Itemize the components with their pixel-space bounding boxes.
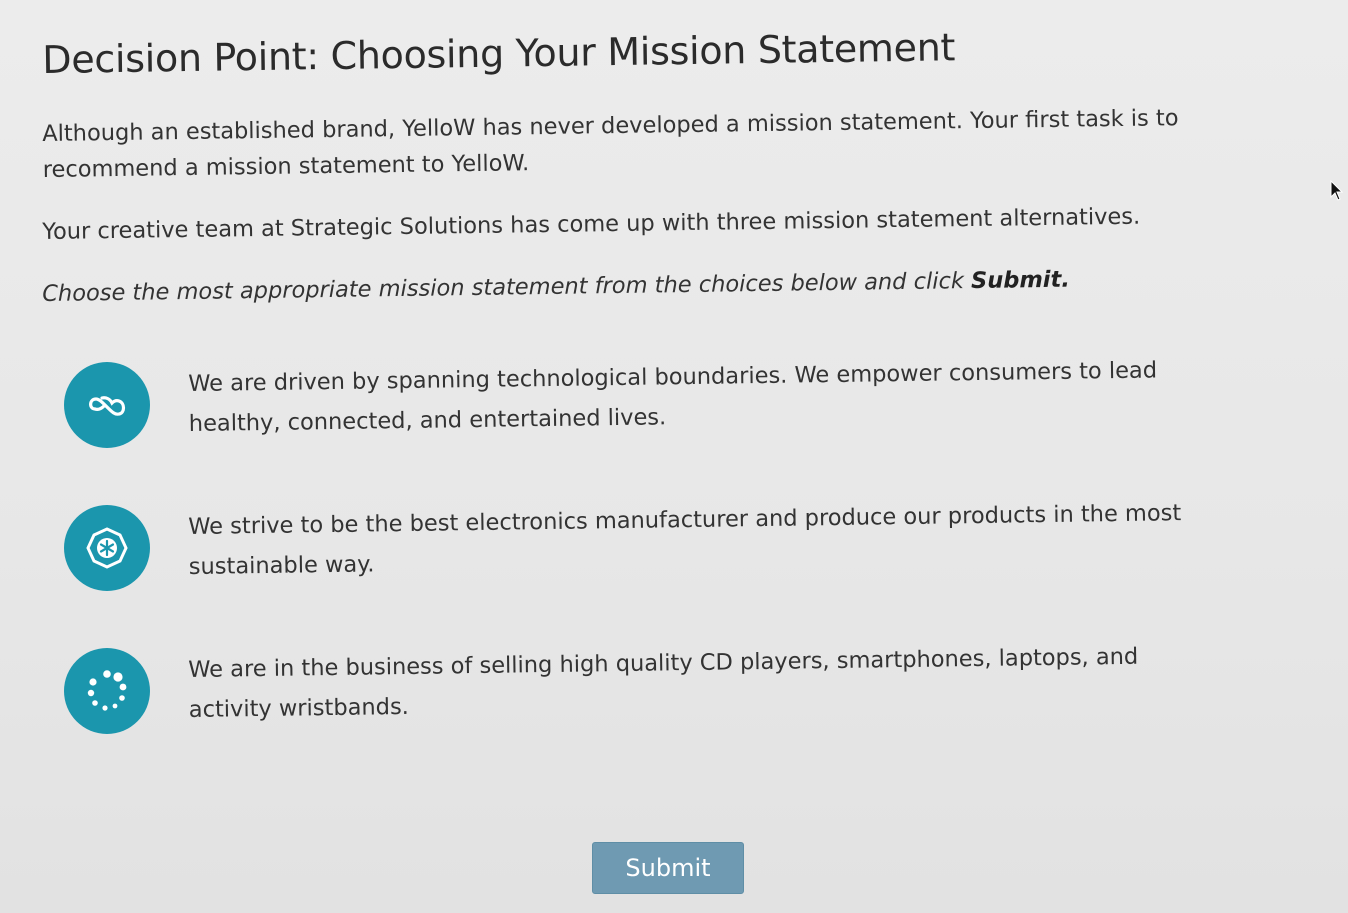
submit-button[interactable]: Submit bbox=[592, 842, 744, 894]
mission-option-text: We are in the business of selling high q… bbox=[188, 643, 1139, 723]
instruction-paragraph: Choose the most appropriate mission stat… bbox=[42, 260, 1182, 312]
intro-paragraph: Although an established brand, YelloW ha… bbox=[42, 105, 1179, 183]
mission-option-text: We are driven by spanning technological … bbox=[188, 357, 1158, 437]
mission-option-2[interactable]: We strive to be the best electronics man… bbox=[64, 500, 1244, 595]
mission-option-3[interactable]: We are in the business of selling high q… bbox=[64, 644, 1244, 738]
instruction-text: Choose the most appropriate mission stat… bbox=[42, 268, 972, 307]
snowflake-badge-icon[interactable] bbox=[64, 505, 150, 591]
infinity-cloud-icon[interactable] bbox=[64, 362, 150, 448]
mission-option-1[interactable]: We are driven by spanning technological … bbox=[64, 357, 1244, 452]
mission-option-text: We strive to be the best electronics man… bbox=[188, 500, 1182, 580]
decision-point-page: Decision Point: Choosing Your Mission St… bbox=[0, 0, 1348, 913]
instruction-submit-emphasis: Submit. bbox=[970, 266, 1071, 295]
dotted-ring-icon[interactable] bbox=[64, 648, 150, 734]
page-title: Decision Point: Choosing Your Mission St… bbox=[42, 25, 956, 82]
team-paragraph: Your creative team at Strategic Solution… bbox=[42, 203, 1141, 245]
mouse-cursor-icon bbox=[1330, 180, 1344, 201]
